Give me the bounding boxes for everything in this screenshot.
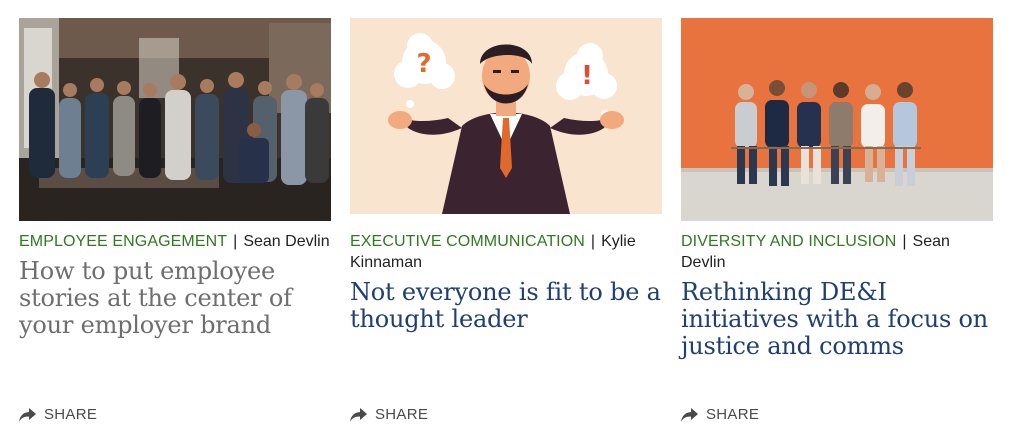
- share-label: SHARE: [706, 406, 760, 423]
- article-category-link[interactable]: DIVERSITY AND INCLUSION: [681, 233, 896, 250]
- article-author[interactable]: Sean Devlin: [243, 233, 329, 250]
- article-thumbnail[interactable]: [19, 18, 331, 221]
- article-card[interactable]: DIVERSITY AND INCLUSION | Sean Devlin Reth…: [681, 18, 993, 438]
- seated-people-photo-icon: [681, 18, 993, 221]
- article-category-link[interactable]: EXECUTIVE COMMUNICATION: [350, 233, 585, 250]
- article-title-link[interactable]: Not everyone is fit to be a thought lead…: [350, 279, 662, 333]
- article-card-grid: EMPLOYEE ENGAGEMENT | Sean Devlin How to p…: [0, 0, 1009, 444]
- share-button[interactable]: SHARE: [19, 406, 97, 423]
- share-arrow-icon: [350, 407, 367, 422]
- article-title-link[interactable]: Rethinking DE&I initiatives with a focus…: [681, 279, 993, 360]
- svg-text:?: ?: [416, 49, 431, 79]
- article-title-link[interactable]: How to put employee stories at the cente…: [19, 258, 331, 339]
- share-arrow-icon: [19, 407, 36, 422]
- meta-separator: |: [590, 233, 596, 250]
- share-arrow-icon: [681, 407, 698, 422]
- share-button[interactable]: SHARE: [681, 406, 759, 423]
- svg-text:!: !: [581, 61, 593, 91]
- article-meta: EXECUTIVE COMMUNICATION | Kylie Kinnaman: [350, 231, 662, 273]
- meta-separator: |: [902, 233, 907, 250]
- article-card[interactable]: EMPLOYEE ENGAGEMENT | Sean Devlin How to p…: [19, 18, 331, 438]
- article-card[interactable]: ? ! EXECUTIVE COMMUNICATION | Kylie Kinn…: [350, 18, 662, 438]
- share-button[interactable]: SHARE: [350, 406, 428, 423]
- team-photo-icon: [19, 18, 331, 221]
- article-category-link[interactable]: EMPLOYEE ENGAGEMENT: [19, 233, 227, 250]
- article-thumbnail[interactable]: ? !: [350, 18, 662, 221]
- article-thumbnail[interactable]: [681, 18, 993, 221]
- meta-separator: |: [233, 233, 238, 250]
- share-label: SHARE: [44, 406, 98, 423]
- share-label: SHARE: [375, 406, 429, 423]
- article-meta: EMPLOYEE ENGAGEMENT | Sean Devlin: [19, 231, 331, 252]
- confused-businessman-illustration-icon: ? !: [350, 18, 662, 214]
- article-meta: DIVERSITY AND INCLUSION | Sean Devlin: [681, 231, 993, 273]
